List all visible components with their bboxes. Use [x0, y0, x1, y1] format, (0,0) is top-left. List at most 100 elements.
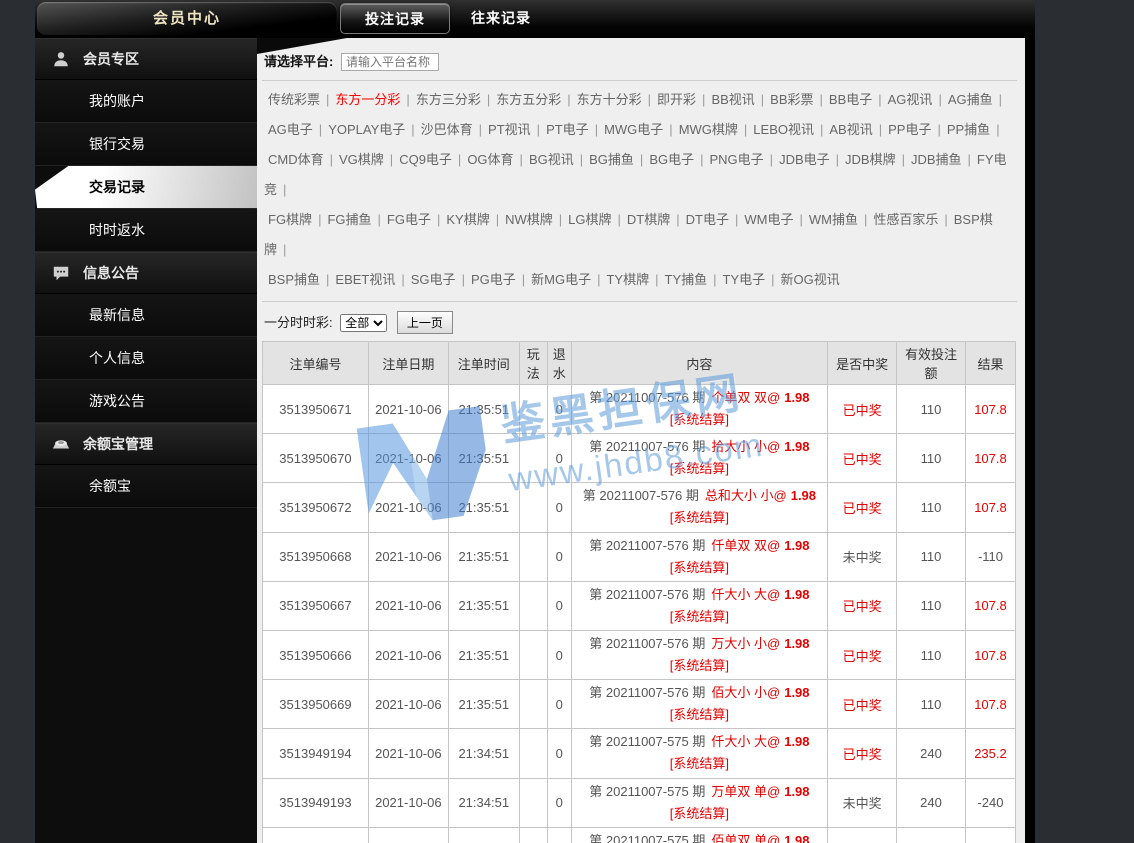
- platform-link[interactable]: 东方五分彩: [496, 92, 561, 107]
- platform-separator: |: [462, 272, 465, 287]
- platform-separator: |: [702, 92, 705, 107]
- platform-link[interactable]: 东方一分彩: [335, 92, 400, 107]
- platform-link[interactable]: BG视讯: [529, 152, 574, 167]
- tab-bet-records[interactable]: 投注记录: [340, 3, 450, 34]
- platform-link[interactable]: SG电子: [411, 272, 456, 287]
- platform-link[interactable]: LEBO视讯: [753, 122, 814, 137]
- platform-link[interactable]: TY棋牌: [606, 272, 649, 287]
- platform-link[interactable]: CQ9电子: [399, 152, 452, 167]
- platform-link[interactable]: TY电子: [723, 272, 766, 287]
- platform-link[interactable]: 新MG电子: [531, 272, 591, 287]
- platform-link[interactable]: PT电子: [546, 122, 589, 137]
- cell-content: 第 20211007-576 期万大小 小@1.98[系统结算]: [571, 630, 827, 679]
- cell-bet-id: 3513950667: [263, 581, 369, 630]
- table-row: 35139506662021-10-0621:35:510第 20211007-…: [263, 630, 1016, 679]
- column-header: 结果: [965, 342, 1015, 385]
- platform-link[interactable]: FG捕鱼: [327, 212, 371, 227]
- platform-link[interactable]: JDB捕鱼: [911, 152, 962, 167]
- table-row: 35139491962021-10-0621:34:510第 20211007-…: [263, 827, 1016, 843]
- platform-link[interactable]: NW棋牌: [505, 212, 553, 227]
- cell-content: 第 20211007-575 期仟大小 大@1.98[系统结算]: [571, 729, 827, 778]
- platform-link[interactable]: 东方十分彩: [577, 92, 642, 107]
- platform-link[interactable]: BG捕鱼: [589, 152, 634, 167]
- platform-link[interactable]: PT视讯: [488, 122, 531, 137]
- cell-play-type: [519, 827, 547, 843]
- platform-link[interactable]: WM电子: [744, 212, 793, 227]
- platform-link[interactable]: PG电子: [471, 272, 516, 287]
- platform-separator: |: [390, 152, 393, 167]
- platform-link[interactable]: 即开彩: [657, 92, 696, 107]
- sidebar-item[interactable]: 我的账户: [35, 80, 257, 123]
- sidebar-item[interactable]: 个人信息: [35, 337, 257, 380]
- bet-odds: 1.98: [784, 784, 809, 799]
- platform-link[interactable]: WM捕鱼: [809, 212, 858, 227]
- sidebar-item[interactable]: 时时返水: [35, 209, 257, 252]
- platform-link[interactable]: LG棋牌: [568, 212, 611, 227]
- sidebar-section-label: 信息公告: [83, 263, 139, 283]
- cell-play-type: [519, 729, 547, 778]
- platform-link[interactable]: AG捕鱼: [948, 92, 993, 107]
- sidebar-item[interactable]: 游戏公告: [35, 380, 257, 423]
- sidebar-section-label: 会员专区: [83, 49, 139, 69]
- cell-content: 第 20211007-576 期仟单双 双@1.98[系统结算]: [571, 532, 827, 581]
- platform-separator: |: [902, 152, 905, 167]
- platform-link[interactable]: BG电子: [649, 152, 694, 167]
- platform-link[interactable]: VG棋牌: [339, 152, 384, 167]
- platform-separator: |: [597, 272, 600, 287]
- platform-link[interactable]: DT电子: [686, 212, 729, 227]
- sidebar-section-header[interactable]: 信息公告: [35, 252, 257, 294]
- tab-transaction-records[interactable]: 往来记录: [447, 3, 555, 34]
- column-header: 注单时间: [448, 342, 519, 385]
- platform-link[interactable]: MWG电子: [604, 122, 663, 137]
- platform-link[interactable]: FG电子: [387, 212, 431, 227]
- platform-link[interactable]: PP电子: [888, 122, 931, 137]
- platform-link[interactable]: JDB棋牌: [845, 152, 896, 167]
- platform-link[interactable]: 东方三分彩: [416, 92, 481, 107]
- sidebar-section-header[interactable]: 余额宝管理: [35, 423, 257, 465]
- cell-play-type: [519, 532, 547, 581]
- sidebar-item[interactable]: 最新信息: [35, 294, 257, 337]
- platform-link[interactable]: PP捕鱼: [947, 122, 990, 137]
- platform-link[interactable]: 沙巴体育: [421, 122, 473, 137]
- platform-link[interactable]: AG电子: [268, 122, 313, 137]
- cell-play-type: [519, 778, 547, 827]
- platform-link[interactable]: BB彩票: [770, 92, 813, 107]
- platform-link[interactable]: YOPLAY电子: [328, 122, 405, 137]
- platform-link[interactable]: BSP捕鱼: [268, 272, 320, 287]
- lottery-filter-select[interactable]: 全部: [340, 314, 387, 332]
- platform-link[interactable]: 性感百家乐: [873, 212, 938, 227]
- bet-records-table: 注单编号注单日期注单时间玩法退水内容是否中奖有效投注额结果 3513950671…: [262, 341, 1016, 843]
- platform-link[interactable]: BB电子: [829, 92, 872, 107]
- platform-link[interactable]: TY捕鱼: [665, 272, 708, 287]
- top-bar: 会员中心 投注记录 往来记录: [35, 0, 1035, 38]
- platform-link[interactable]: 传统彩票: [268, 92, 320, 107]
- platform-link[interactable]: DT棋牌: [627, 212, 670, 227]
- platform-link[interactable]: AG视讯: [888, 92, 933, 107]
- platform-link[interactable]: EBET视讯: [335, 272, 395, 287]
- platform-link[interactable]: JDB电子: [779, 152, 830, 167]
- platform-link[interactable]: 新OG视讯: [781, 272, 840, 287]
- sidebar-item[interactable]: 银行交易: [35, 123, 257, 166]
- bet-odds: 1.98: [784, 636, 809, 651]
- platform-link[interactable]: MWG棋牌: [679, 122, 738, 137]
- cell-result: -110: [965, 532, 1015, 581]
- prev-page-button[interactable]: 上一页: [397, 311, 453, 334]
- platform-link[interactable]: CMD体育: [268, 152, 324, 167]
- sidebar-item[interactable]: 余额宝: [35, 465, 257, 508]
- bet-settle-status: [系统结算]: [575, 704, 824, 726]
- bet-name: 个单双 双@: [711, 390, 780, 405]
- cell-rebate: 0: [547, 483, 571, 532]
- platform-link[interactable]: OG体育: [467, 152, 513, 167]
- platform-link[interactable]: BB视讯: [711, 92, 754, 107]
- platform-link[interactable]: PNG电子: [710, 152, 764, 167]
- platform-separator: |: [567, 92, 570, 107]
- platform-link[interactable]: KY棋牌: [446, 212, 489, 227]
- platform-search-input[interactable]: [341, 53, 439, 71]
- sidebar-item[interactable]: 交易记录: [35, 166, 257, 209]
- bet-period: 第 20211007-576 期: [589, 439, 705, 454]
- platform-link[interactable]: FG棋牌: [268, 212, 312, 227]
- sidebar-section-header[interactable]: 会员专区: [35, 38, 257, 80]
- cell-valid-amount: 110: [897, 680, 966, 729]
- platform-link[interactable]: AB视讯: [829, 122, 872, 137]
- cell-win-status: 未中奖: [828, 827, 897, 843]
